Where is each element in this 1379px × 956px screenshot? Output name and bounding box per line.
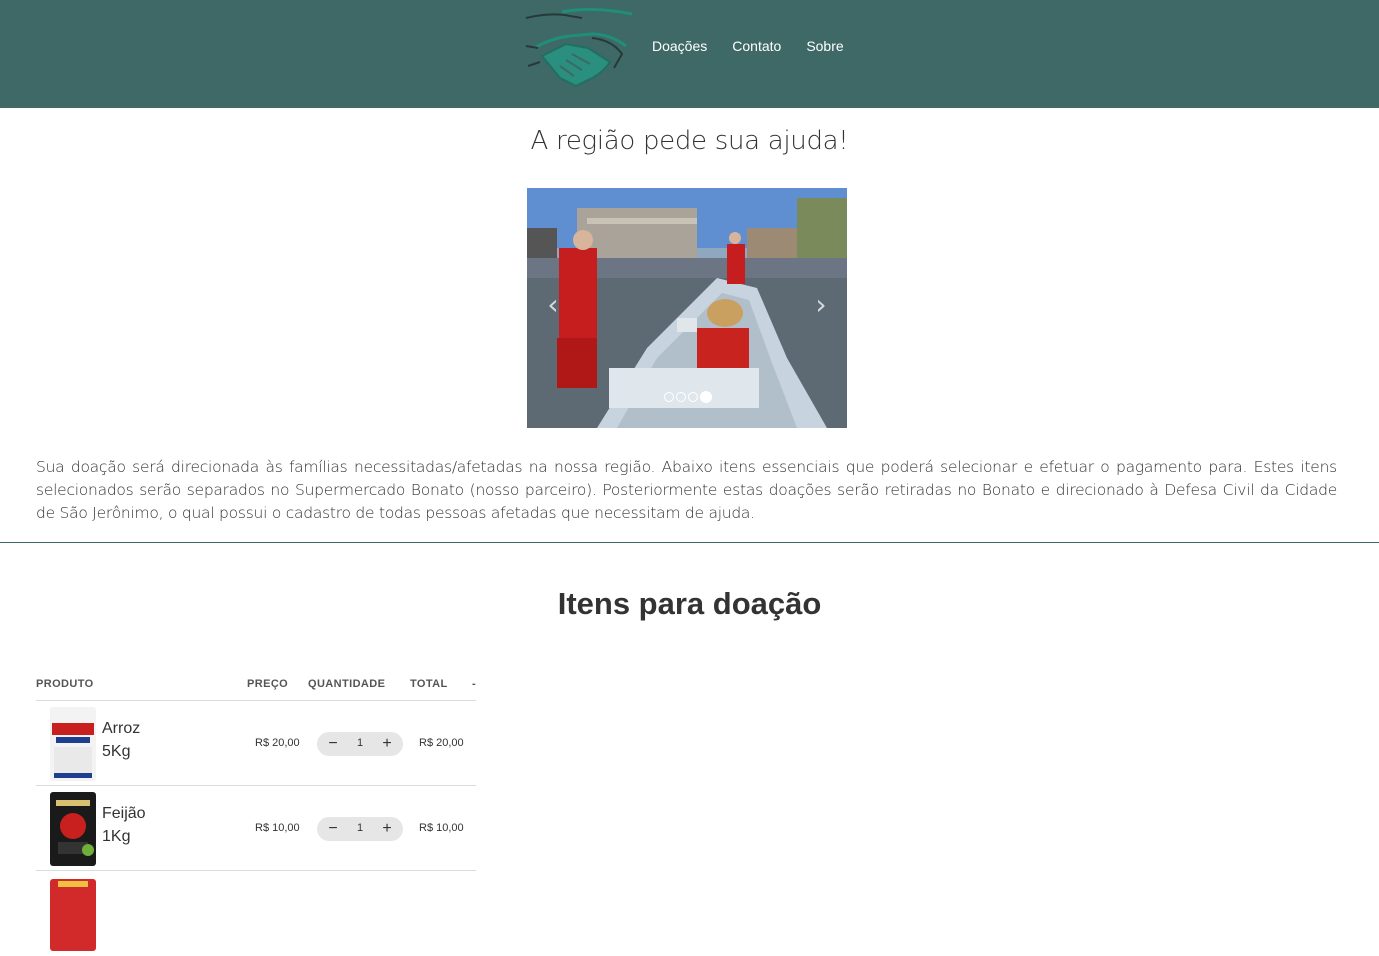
decrease-quantity-button[interactable]: − [321, 817, 345, 841]
carousel-dot-4[interactable] [700, 391, 712, 403]
product-price: R$ 10,00 [255, 822, 300, 834]
column-header-quantity: QUANTIDADE [308, 678, 386, 690]
product-price: R$ 20,00 [255, 737, 300, 749]
nav-link-contato[interactable]: Contato [732, 38, 781, 54]
site-header: Doações Contato Sobre [0, 0, 1379, 108]
table-row: Feijão 1Kg R$ 10,00 − 1 + R$ 10,00 [36, 786, 476, 871]
donation-items-table: PRODUTO PREÇO QUANTIDADE TOTAL - Arroz 5… [36, 676, 476, 956]
hero-title: A região pede sua ajuda! [530, 126, 849, 156]
carousel-indicators [664, 391, 712, 403]
increase-quantity-button[interactable]: + [375, 817, 399, 841]
donations-title: Itens para doação [557, 586, 822, 621]
increase-quantity-button[interactable]: + [375, 732, 399, 756]
hero-carousel[interactable]: ‹ › [527, 188, 847, 428]
carousel-next-chevron-right-icon[interactable]: › [809, 290, 833, 320]
column-header-action: - [472, 678, 477, 690]
product-total: R$ 10,00 [419, 822, 464, 834]
table-row: Arroz 5Kg R$ 20,00 − 1 + R$ 20,00 [36, 701, 476, 786]
carousel-dot-2[interactable] [676, 392, 686, 402]
product-total: R$ 20,00 [419, 737, 464, 749]
product-name: Arroz 5Kg [102, 720, 141, 760]
main-nav: Doações Contato Sobre [652, 38, 869, 54]
product-name: Feijão 1Kg [102, 805, 146, 845]
table-header: PRODUTO PREÇO QUANTIDADE TOTAL - [36, 676, 476, 701]
nav-link-doacoes[interactable]: Doações [652, 38, 707, 54]
table-row [36, 871, 476, 956]
quantity-stepper: − 1 + [317, 732, 403, 756]
handshake-logo-icon[interactable] [522, 8, 636, 88]
quantity-value[interactable]: 1 [349, 737, 371, 749]
quantity-stepper: − 1 + [317, 817, 403, 841]
product-image-partial [50, 879, 96, 951]
column-header-total: TOTAL [410, 678, 448, 690]
carousel-dot-1[interactable] [664, 392, 674, 402]
column-header-price: PREÇO [247, 678, 289, 690]
section-divider [0, 542, 1379, 543]
carousel-dot-3[interactable] [688, 392, 698, 402]
nav-link-sobre[interactable]: Sobre [806, 38, 843, 54]
decrease-quantity-button[interactable]: − [321, 732, 345, 756]
donation-description: Sua doação será direcionada às famílias … [36, 458, 1337, 522]
column-header-product: PRODUTO [36, 678, 94, 690]
rice-package-image [50, 707, 96, 781]
carousel-prev-chevron-left-icon[interactable]: ‹ [541, 290, 565, 320]
beans-package-image [50, 792, 96, 866]
quantity-value[interactable]: 1 [349, 822, 371, 834]
